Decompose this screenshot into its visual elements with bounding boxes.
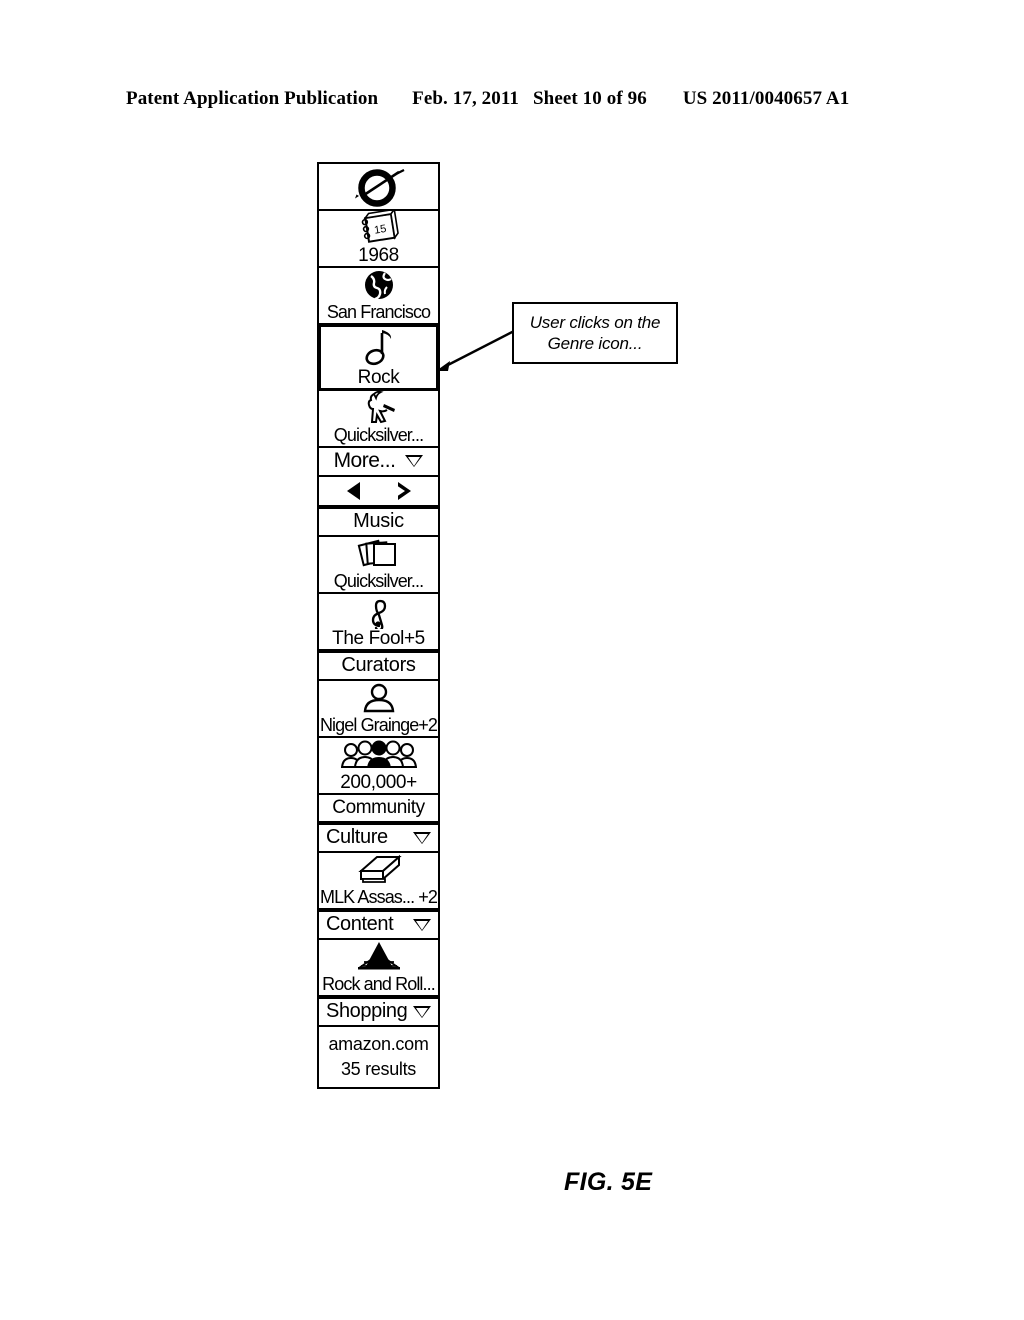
culture-label-event: MLK Assas... +2 bbox=[319, 887, 438, 907]
publication-date: Feb. 17, 2011 bbox=[412, 88, 519, 109]
content-label-item: Rock and Roll... bbox=[322, 974, 436, 994]
content-panel-title: Content bbox=[326, 913, 394, 935]
music-note-icon bbox=[321, 327, 436, 367]
facet-row-format[interactable] bbox=[319, 164, 438, 211]
facets-more-label: More... bbox=[333, 449, 396, 472]
culture-row-event[interactable]: MLK Assas... +2 bbox=[319, 853, 438, 908]
figure-label: FIG. 5E bbox=[564, 1168, 653, 1196]
chevron-down-icon[interactable] bbox=[413, 918, 431, 931]
group-icon bbox=[319, 738, 438, 772]
chevron-down-icon bbox=[405, 455, 424, 467]
guitarist-icon bbox=[319, 390, 438, 425]
facet-label-location: San Francisco bbox=[326, 302, 431, 322]
next-arrow-icon[interactable] bbox=[396, 482, 411, 500]
callout-arrow bbox=[436, 327, 519, 371]
culture-panel: Culture MLK Assas... +2 bbox=[317, 823, 440, 910]
chevron-down-icon[interactable] bbox=[413, 831, 431, 844]
music-row-album[interactable]: Quicksilver... bbox=[319, 537, 438, 594]
curators-row-community-count[interactable]: 200,000+ bbox=[319, 738, 438, 795]
facet-label-artist: Quicksilver... bbox=[333, 425, 424, 445]
facets-more-button[interactable]: More... bbox=[319, 448, 438, 477]
music-row-track[interactable]: The Fool+5 bbox=[319, 594, 438, 649]
album-stack-icon bbox=[319, 537, 438, 571]
widget-column: 15 1968 San Francisco Rock Quicksilver..… bbox=[317, 162, 440, 1089]
callout-text: User clicks on the Genre icon... bbox=[529, 313, 661, 353]
shopping-panel-title: Shopping bbox=[326, 1000, 408, 1022]
culture-panel-title: Culture bbox=[326, 826, 388, 848]
shopping-store-label: amazon.com bbox=[328, 1034, 429, 1054]
facet-row-artist[interactable]: Quicksilver... bbox=[319, 390, 438, 448]
curators-panel: Curators Nigel Grainge+2 200,000+ Commun… bbox=[317, 651, 440, 823]
facet-row-genre[interactable]: Rock bbox=[318, 324, 439, 391]
facets-pager bbox=[319, 477, 438, 505]
content-row-item[interactable]: Rock and Roll... bbox=[319, 940, 438, 995]
shopping-panel-header[interactable]: Shopping bbox=[319, 999, 438, 1027]
curators-label-community: Community bbox=[332, 797, 425, 818]
music-panel: Music Quicksilver... The Fool+5 bbox=[317, 507, 440, 651]
patent-header: Patent Application Publication Feb. 17, … bbox=[126, 88, 886, 110]
shopping-results[interactable]: amazon.com 35 results bbox=[319, 1027, 438, 1087]
monument-icon bbox=[319, 940, 438, 974]
music-label-album: Quicksilver... bbox=[333, 571, 424, 591]
calendar-icon: 15 bbox=[319, 211, 438, 245]
facet-row-year[interactable]: 15 1968 bbox=[319, 211, 438, 268]
treble-clef-icon bbox=[319, 594, 438, 629]
calendar-day-text: 15 bbox=[373, 223, 387, 237]
content-panel-header[interactable]: Content bbox=[319, 912, 438, 940]
chevron-down-icon[interactable] bbox=[413, 1005, 431, 1018]
sheet-number: Sheet 10 of 96 bbox=[533, 88, 647, 109]
globe-icon bbox=[319, 268, 438, 302]
content-panel: Content Rock and Roll... bbox=[317, 910, 440, 997]
patent-number: US 2011/0040657 A1 bbox=[682, 88, 850, 109]
previous-arrow-icon[interactable] bbox=[346, 482, 360, 500]
curators-panel-title: Curators bbox=[341, 654, 416, 676]
music-panel-title: Music bbox=[353, 510, 404, 532]
shopping-results-count: 35 results bbox=[340, 1059, 417, 1079]
vinyl-record-icon bbox=[319, 164, 438, 209]
facet-label-year: 1968 bbox=[358, 245, 399, 266]
curators-label-person: Nigel Grainge+2 bbox=[319, 715, 438, 735]
culture-panel-header[interactable]: Culture bbox=[319, 825, 438, 853]
person-icon bbox=[319, 681, 438, 715]
publication-label: Patent Application Publication bbox=[126, 88, 379, 109]
curators-row-community[interactable]: Community bbox=[319, 795, 438, 821]
curators-panel-header: Curators bbox=[319, 653, 438, 681]
callout-box: User clicks on the Genre icon... bbox=[512, 302, 678, 364]
book-icon bbox=[319, 853, 438, 887]
music-label-track: The Fool+5 bbox=[332, 628, 425, 649]
shopping-panel: Shopping amazon.com 35 results bbox=[317, 997, 440, 1089]
music-panel-header: Music bbox=[319, 509, 438, 537]
facet-row-location[interactable]: San Francisco bbox=[319, 268, 438, 325]
curators-label-count: 200,000+ bbox=[340, 772, 417, 793]
curators-row-person[interactable]: Nigel Grainge+2 bbox=[319, 681, 438, 738]
facets-panel: 15 1968 San Francisco Rock Quicksilver..… bbox=[317, 162, 440, 507]
facet-label-genre: Rock bbox=[357, 367, 400, 388]
